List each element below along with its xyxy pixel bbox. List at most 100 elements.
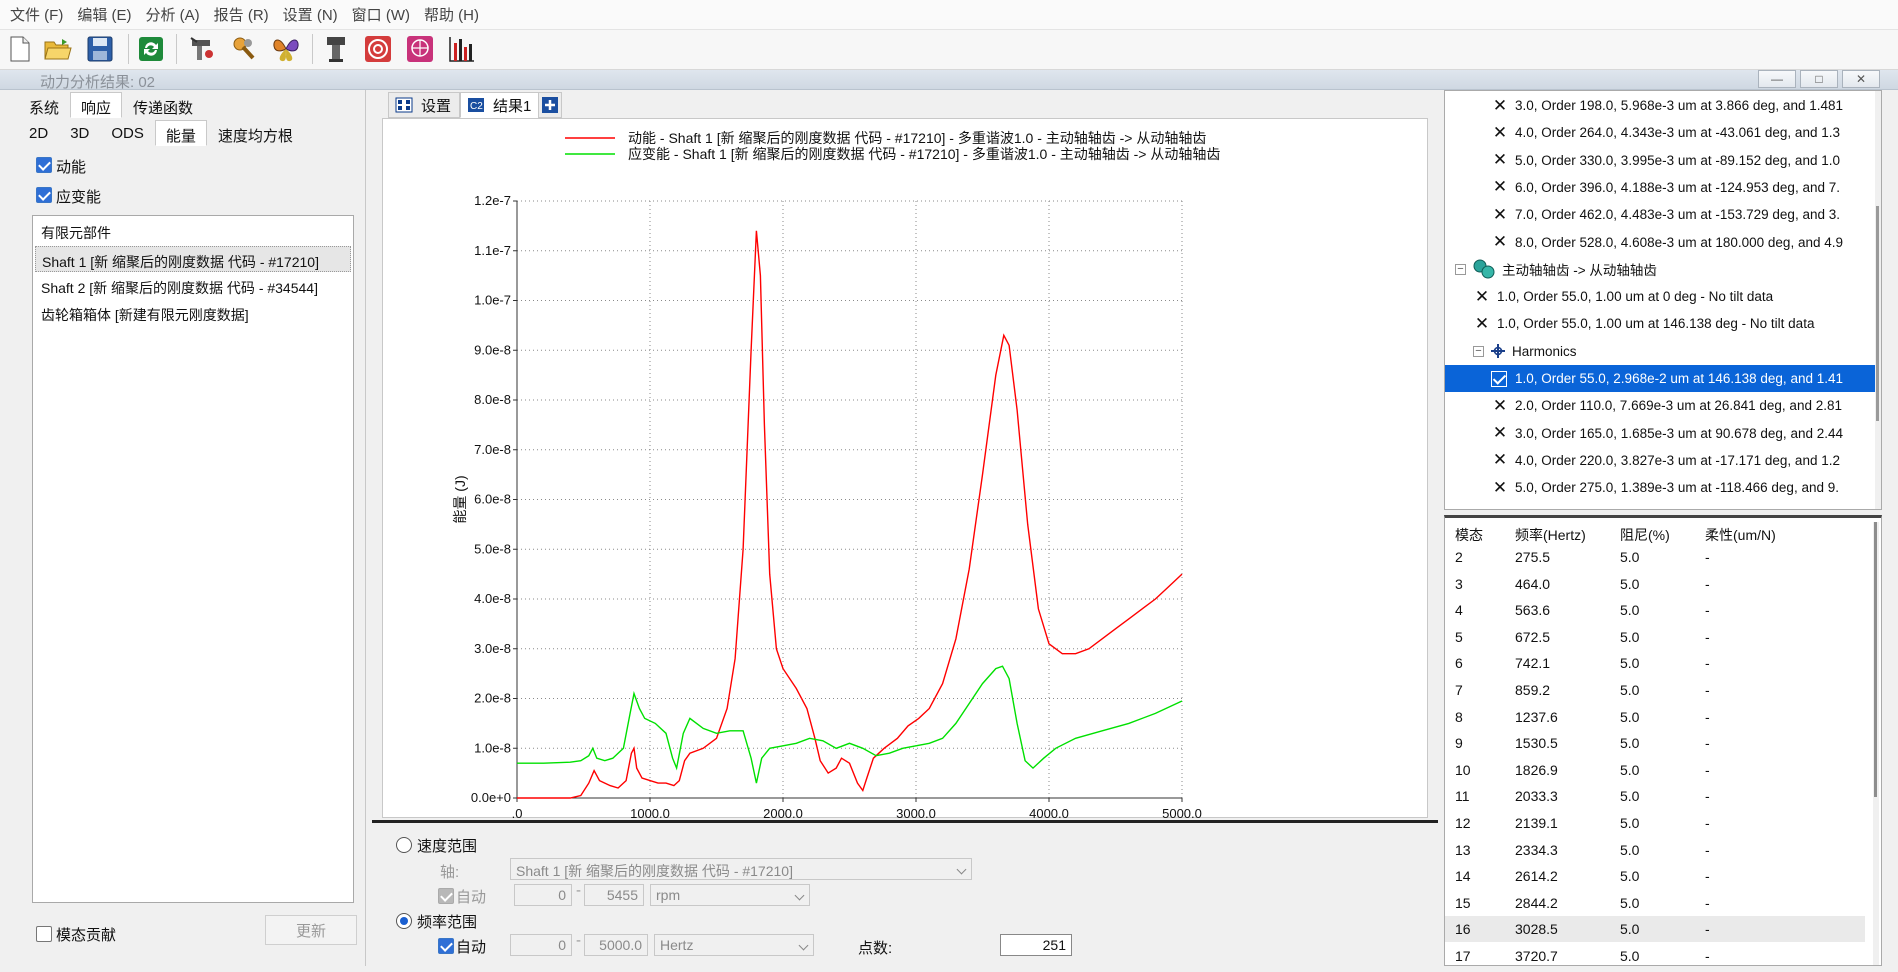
freq-max-field[interactable]: 5000.0 <box>584 934 648 956</box>
tree-item[interactable]: ✕ 7.0, Order 462.0, 4.483e-3 um at -153.7… <box>1491 201 1840 228</box>
energy-chart[interactable]: .0 1000.0 2000.0 3000.0 4000.0 5000.0 0.0e+0 1.… <box>382 118 1428 846</box>
excluded-x-icon[interactable]: ✕ <box>1491 150 1509 169</box>
tab-energy[interactable]: 能量 <box>154 120 207 146</box>
minimize-button[interactable]: — <box>1758 70 1796 88</box>
tree-item[interactable]: ✕ 6.0, Order 396.0, 4.188e-3 um at -124.9… <box>1491 174 1840 201</box>
strain-energy-checkbox[interactable] <box>36 187 52 203</box>
tree-item[interactable]: ✕ 1.0, Order 55.0, 1.00 um at 146.138 deg… <box>1473 310 1815 337</box>
table-row[interactable]: 13 2334.3 5.0 - <box>1445 837 1865 863</box>
table-row[interactable]: 3 464.0 5.0 - <box>1445 571 1865 597</box>
table-row[interactable]: 16 3028.5 5.0 - <box>1445 916 1865 943</box>
tab-system[interactable]: 系统 <box>18 92 70 118</box>
speed-range-radio[interactable] <box>396 837 412 853</box>
freq-range-radio[interactable] <box>396 913 412 929</box>
excluded-x-icon[interactable]: ✕ <box>1491 123 1509 142</box>
speed-unit-select[interactable]: rpm <box>650 884 810 906</box>
butterfly-icon[interactable] <box>270 33 302 65</box>
menu-settings[interactable]: 设置 (N) <box>279 4 348 25</box>
tree-item[interactable]: ✕ 8.0, Order 528.0, 4.608e-3 um at 180.00… <box>1491 229 1843 256</box>
list-item[interactable]: Shaft 2 [新 缩聚后的刚度数据 代码 - #34544] <box>35 273 351 299</box>
speed-max-field[interactable]: 5455 <box>584 884 644 906</box>
menu-report[interactable]: 报告 (R) <box>210 4 279 25</box>
tab-result1[interactable]: C2 结果1 <box>460 92 541 118</box>
save-icon[interactable] <box>84 33 116 65</box>
collapse-icon[interactable]: − <box>1473 345 1484 357</box>
open-folder-icon[interactable] <box>42 33 74 65</box>
tab-transfer-function[interactable]: 传递函数 <box>122 92 204 118</box>
tree-item[interactable]: 1.0, Order 55.0, 2.968e-2 um at 146.138 … <box>1445 365 1881 392</box>
list-item[interactable]: Shaft 1 [新 缩聚后的刚度数据 代码 - #17210] <box>35 246 351 272</box>
tab-2d[interactable]: 2D <box>18 120 59 146</box>
tree-node-gear-pair[interactable]: − 主动轴轴齿 -> 从动轴轴齿 <box>1455 256 1657 283</box>
menu-help[interactable]: 帮助 (H) <box>420 4 489 25</box>
freq-auto-checkbox[interactable] <box>438 938 454 954</box>
checked-icon[interactable] <box>1491 370 1507 387</box>
tree-scrollbar[interactable] <box>1875 91 1881 509</box>
menu-window[interactable]: 窗口 (W) <box>348 4 420 25</box>
excluded-x-icon[interactable]: ✕ <box>1491 450 1509 469</box>
tab-settings[interactable]: 设置 <box>388 92 461 118</box>
tree-node-harmonics[interactable]: − Harmonics <box>1473 338 1577 365</box>
speed-auto-checkbox[interactable] <box>438 888 454 904</box>
excluded-x-icon[interactable]: ✕ <box>1491 478 1509 497</box>
wrench-icon[interactable] <box>228 33 260 65</box>
tree-item[interactable]: ✕ 5.0, Order 330.0, 3.995e-3 um at -89.15… <box>1491 147 1840 174</box>
modes-scrollbar[interactable] <box>1873 522 1879 965</box>
tab-ods[interactable]: ODS <box>100 120 155 146</box>
table-row[interactable]: 17 3720.7 5.0 - <box>1445 943 1865 965</box>
freq-min-field[interactable]: 0 <box>510 934 572 956</box>
collapse-icon[interactable]: − <box>1455 263 1466 275</box>
table-row[interactable]: 7 859.2 5.0 - <box>1445 677 1865 703</box>
speed-min-field[interactable]: 0 <box>514 884 572 906</box>
points-field[interactable]: 251 <box>1000 934 1072 956</box>
table-row[interactable]: 12 2139.1 5.0 - <box>1445 810 1865 836</box>
bar-chart-icon[interactable] <box>446 33 478 65</box>
excluded-x-icon[interactable]: ✕ <box>1491 396 1509 415</box>
new-file-icon[interactable] <box>4 33 36 65</box>
menu-analysis[interactable]: 分析 (A) <box>142 4 210 25</box>
refresh-icon[interactable] <box>135 33 167 65</box>
table-row[interactable]: 14 2614.2 5.0 - <box>1445 863 1865 889</box>
update-button[interactable]: 更新 <box>265 915 357 945</box>
table-row[interactable]: 6 742.1 5.0 - <box>1445 650 1865 676</box>
excluded-x-icon[interactable]: ✕ <box>1473 287 1491 306</box>
freq-unit-select[interactable]: Hertz <box>654 934 814 956</box>
table-row[interactable]: 4 563.6 5.0 - <box>1445 597 1865 623</box>
table-row[interactable]: 8 1237.6 5.0 - <box>1445 704 1865 730</box>
table-row[interactable]: 15 2844.2 5.0 - <box>1445 890 1865 916</box>
menu-file[interactable]: 文件 (F) <box>6 4 73 25</box>
close-button[interactable]: ✕ <box>1842 70 1880 88</box>
excluded-x-icon[interactable]: ✕ <box>1491 423 1509 442</box>
tab-speed-rms[interactable]: 速度均方根 <box>207 120 304 146</box>
tree-item[interactable]: ✕ 5.0, Order 275.0, 1.389e-3 um at -118.4… <box>1491 474 1839 501</box>
tab-response[interactable]: 响应 <box>70 92 123 118</box>
maximize-button[interactable]: □ <box>1800 70 1838 88</box>
modal-contribution-checkbox[interactable] <box>36 926 52 942</box>
excluded-x-icon[interactable]: ✕ <box>1491 205 1509 224</box>
tree-item[interactable]: ✕ 1.0, Order 55.0, 1.00 um at 0 deg - No … <box>1473 283 1773 310</box>
excluded-x-icon[interactable]: ✕ <box>1491 177 1509 196</box>
table-row[interactable]: 9 1530.5 5.0 - <box>1445 730 1865 756</box>
excluded-x-icon[interactable]: ✕ <box>1491 232 1509 251</box>
tree-item[interactable]: ✕ 3.0, Order 165.0, 1.685e-3 um at 90.678… <box>1491 420 1843 447</box>
add-tab-button[interactable] <box>538 92 562 118</box>
excluded-x-icon[interactable]: ✕ <box>1491 96 1509 115</box>
tree-item[interactable]: ✕ 2.0, Order 110.0, 7.669e-3 um at 26.841… <box>1491 392 1842 419</box>
tree-item[interactable]: ✕ 4.0, Order 264.0, 4.343e-3 um at -43.06… <box>1491 119 1840 146</box>
tower-icon[interactable] <box>320 33 352 65</box>
tab-3d[interactable]: 3D <box>59 120 100 146</box>
kinetic-energy-checkbox[interactable] <box>36 157 52 173</box>
tree-item[interactable]: ✕ 3.0, Order 198.0, 5.968e-3 um at 3.866 … <box>1491 92 1843 119</box>
table-row[interactable]: 11 2033.3 5.0 - <box>1445 783 1865 809</box>
table-row[interactable]: 5 672.5 5.0 - <box>1445 624 1865 650</box>
menu-edit[interactable]: 编辑 (E) <box>73 4 141 25</box>
table-row[interactable]: 2 275.5 5.0 - <box>1445 544 1865 570</box>
axis-select[interactable]: Shaft 1 [新 缩聚后的刚度数据 代码 - #17210] <box>510 858 972 880</box>
excluded-x-icon[interactable]: ✕ <box>1473 314 1491 333</box>
settings-tool-icon[interactable] <box>186 33 218 65</box>
target-icon[interactable] <box>362 33 394 65</box>
list-item[interactable]: 齿轮箱箱体 [新建有限元刚度数据] <box>35 300 351 326</box>
table-row[interactable]: 10 1826.9 5.0 - <box>1445 757 1865 783</box>
radar-icon[interactable] <box>404 33 436 65</box>
tree-item[interactable]: ✕ 4.0, Order 220.0, 3.827e-3 um at -17.17… <box>1491 447 1840 474</box>
